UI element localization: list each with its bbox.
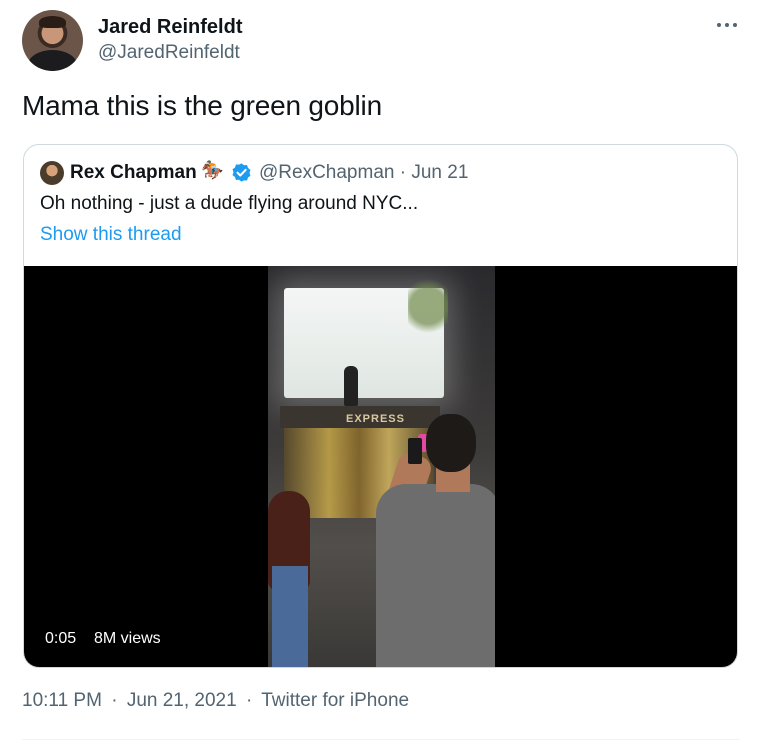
- tweet-meta: 10:11 PM · Jun 21, 2021 · Twitter for iP…: [22, 690, 413, 712]
- author-name[interactable]: Jared Reinfeldt: [98, 16, 242, 39]
- author-avatar[interactable]: [22, 10, 83, 71]
- tweet-date[interactable]: Jun 21, 2021: [127, 690, 237, 711]
- video-frame: EXPRESS: [268, 266, 495, 667]
- show-thread-link[interactable]: Show this thread: [40, 224, 182, 246]
- phone: [408, 438, 422, 464]
- jockey-emoji: 🏇🏼: [201, 160, 224, 180]
- tweet-source[interactable]: Twitter for iPhone: [261, 690, 409, 711]
- quoted-avatar[interactable]: [40, 161, 64, 185]
- avatar-shirt: [28, 50, 77, 71]
- store-sign: EXPRESS: [346, 413, 405, 425]
- flying-person: [344, 366, 358, 406]
- meta-separator: ·: [111, 690, 118, 711]
- quoted-handle-date[interactable]: @RexChapman · Jun 21: [259, 162, 468, 184]
- man-head: [426, 414, 476, 472]
- video-views: 8M views: [94, 630, 161, 647]
- quoted-tweet[interactable]: Rex Chapman 🏇🏼 @RexChapman · Jun 21 Oh n…: [23, 144, 738, 668]
- meta-separator: ·: [245, 690, 253, 711]
- tweet-text: Mama this is the green goblin: [22, 90, 382, 121]
- verified-badge-icon: [232, 163, 251, 182]
- tweet-time[interactable]: 10:11 PM: [22, 690, 102, 711]
- more-icon[interactable]: [716, 14, 740, 34]
- man-figure: [376, 484, 495, 667]
- author-handle[interactable]: @JaredReinfeldt: [98, 42, 240, 64]
- quoted-author-name[interactable]: Rex Chapman: [70, 162, 197, 184]
- avatar-hair: [39, 16, 66, 28]
- tree: [408, 266, 448, 346]
- video-player[interactable]: EXPRESS 0:05 8M views: [24, 266, 737, 667]
- video-time: 0:05: [45, 630, 77, 647]
- divider: [22, 739, 740, 740]
- quoted-text: Oh nothing - just a dude flying around N…: [40, 193, 419, 214]
- woman-body: [272, 566, 308, 667]
